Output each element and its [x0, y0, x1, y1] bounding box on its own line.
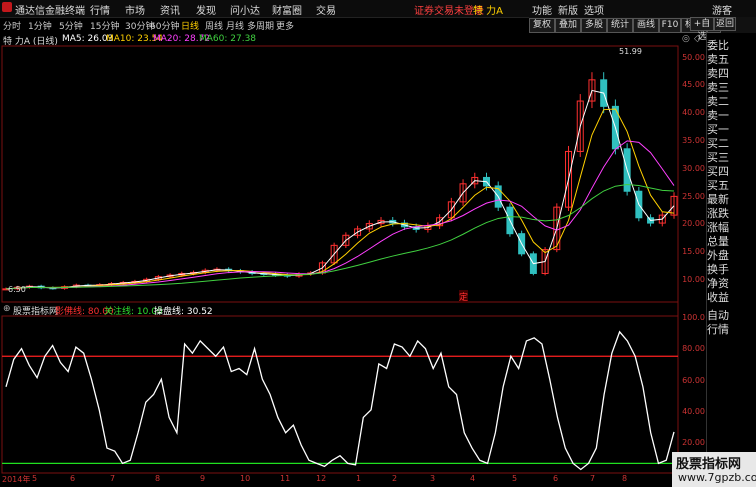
back-button[interactable]: 返回	[714, 17, 736, 31]
x-tick: 6	[553, 474, 559, 483]
price-tick: 10.00	[682, 275, 705, 284]
x-tick: 3	[430, 474, 436, 483]
watermark-title: 股票指标网	[676, 457, 742, 472]
high-price-label: 51.99	[619, 47, 642, 56]
indicator-toggle-icon[interactable]: ⊕	[3, 304, 11, 314]
operation-line	[5, 330, 675, 471]
marker-ding[interactable]: 定	[459, 290, 469, 303]
price-tick: 50.00	[682, 53, 705, 62]
price-tick: 25.00	[682, 192, 705, 201]
watermark-url: www.7gpzb.com	[678, 471, 756, 484]
quote-button[interactable]: 行情	[707, 321, 756, 337]
price-tick: 20.00	[682, 219, 705, 228]
x-tick: 6	[70, 474, 76, 483]
ind-tick: 80.00	[682, 344, 705, 353]
menu-youke[interactable]: 游客	[712, 2, 732, 17]
rp-earning: 收益	[707, 291, 729, 304]
x-tick: 4	[470, 474, 476, 483]
x-tick: 8	[622, 474, 628, 483]
indicator-name[interactable]: 股票指标网	[13, 304, 58, 317]
price-tick: 30.00	[682, 164, 705, 173]
price-panel-frame	[1, 45, 679, 303]
ma20-line	[5, 140, 675, 290]
price-tick: 40.00	[682, 108, 705, 117]
x-tick: 1	[356, 474, 362, 483]
x-tick: 8	[155, 474, 161, 483]
indicator-panel-frame	[1, 315, 679, 474]
x-tick: 9	[200, 474, 206, 483]
x-tick: 12	[316, 474, 327, 483]
price-tick: 45.00	[682, 80, 705, 89]
indicator-header: ⊕ 股票指标网 影佛线: 80.00 关注线: 10.00 操盘线: 30.52	[0, 303, 706, 317]
ind-tick: 20.00	[682, 438, 705, 447]
low-price-label: 6.50	[8, 285, 26, 294]
watermark: 股票指标网 www.7gpzb.com	[672, 452, 756, 487]
x-tick: 5	[32, 474, 38, 483]
ind-tick: 40.00	[682, 407, 705, 416]
x-tick: 7	[590, 474, 596, 483]
price-tick: 35.00	[682, 136, 705, 145]
quote-panel: 委比 卖五 卖四 卖三 卖二 卖一 买一 买二 买三 买四 买五 最新 涨跌 涨…	[706, 33, 756, 487]
x-tick: 2014年	[2, 475, 31, 484]
ind-tick: 60.00	[682, 376, 705, 385]
indicator-value: 操盘线: 30.52	[154, 307, 213, 317]
x-tick: 10	[240, 474, 251, 483]
x-tick: 11	[280, 474, 291, 483]
chart-canvas[interactable]	[0, 0, 706, 487]
x-tick: 7	[110, 474, 116, 483]
price-tick: 15.00	[682, 247, 705, 256]
ma10-line	[5, 108, 675, 290]
ind-tick: 100.0	[682, 313, 705, 322]
x-tick: 2	[392, 474, 398, 483]
x-tick: 5	[512, 474, 518, 483]
